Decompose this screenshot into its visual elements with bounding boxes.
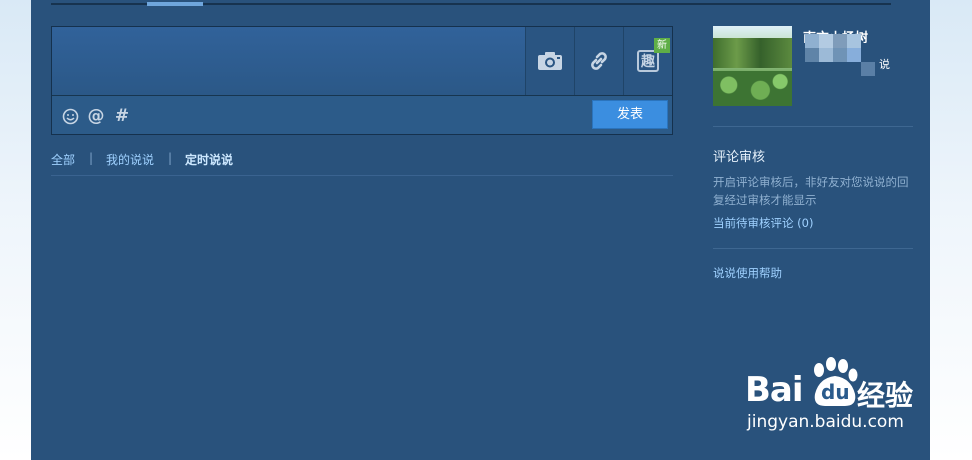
emoji-icon[interactable] xyxy=(61,107,79,125)
tab-separator: | xyxy=(168,151,173,165)
post-count-label: 说 xyxy=(879,58,890,71)
publish-button[interactable]: 发表 xyxy=(592,100,668,129)
help-link[interactable]: 说说使用帮助 xyxy=(713,265,782,281)
pixelated-region xyxy=(805,34,877,76)
avatar[interactable] xyxy=(713,26,792,106)
active-tab-indicator xyxy=(147,2,203,6)
hashtag-icon[interactable]: # xyxy=(113,106,131,126)
sidebar: 南方小杨树 说 评论审核 开启评论审核后，非好友对您说说的回复经过审核才能显示 … xyxy=(713,0,913,300)
comment-review-description: 开启评论审核后，非好友对您说说的回复经过审核才能显示 xyxy=(713,175,909,207)
baidu-jingyan-watermark: Bai du 经验 jingyan.baidu.com xyxy=(745,356,925,440)
post-composer: 趣 新 @ # 发表 xyxy=(51,26,673,135)
watermark-jingyan: 经验 xyxy=(857,379,914,412)
fun-button[interactable]: 趣 新 xyxy=(623,27,672,95)
tab-my-posts[interactable]: 我的说说 xyxy=(106,151,154,168)
watermark-brand: Bai xyxy=(745,370,804,410)
photo-button[interactable] xyxy=(525,27,574,95)
tab-scheduled[interactable]: 定时说说 xyxy=(185,151,233,168)
camera-icon xyxy=(538,52,562,70)
divider xyxy=(713,126,913,127)
new-badge: 新 xyxy=(654,38,670,53)
fun-icon: 趣 xyxy=(637,50,659,72)
tab-separator: | xyxy=(89,151,94,165)
divider xyxy=(713,248,913,249)
link-icon xyxy=(591,52,607,70)
mention-icon[interactable]: @ xyxy=(87,106,105,126)
link-button[interactable] xyxy=(574,27,623,95)
watermark-url: jingyan.baidu.com xyxy=(747,412,904,432)
post-input[interactable] xyxy=(52,27,525,95)
pending-review-link[interactable]: 当前待审核评论 (0) xyxy=(713,215,813,231)
watermark-brand-du: du xyxy=(821,380,850,404)
tab-all[interactable]: 全部 xyxy=(51,151,75,168)
filter-tabs: 全部 | 我的说说 | 定时说说 xyxy=(51,150,673,176)
composer-toolbar: @ # 发表 xyxy=(52,95,672,134)
comment-review-heading: 评论审核 xyxy=(713,150,766,165)
